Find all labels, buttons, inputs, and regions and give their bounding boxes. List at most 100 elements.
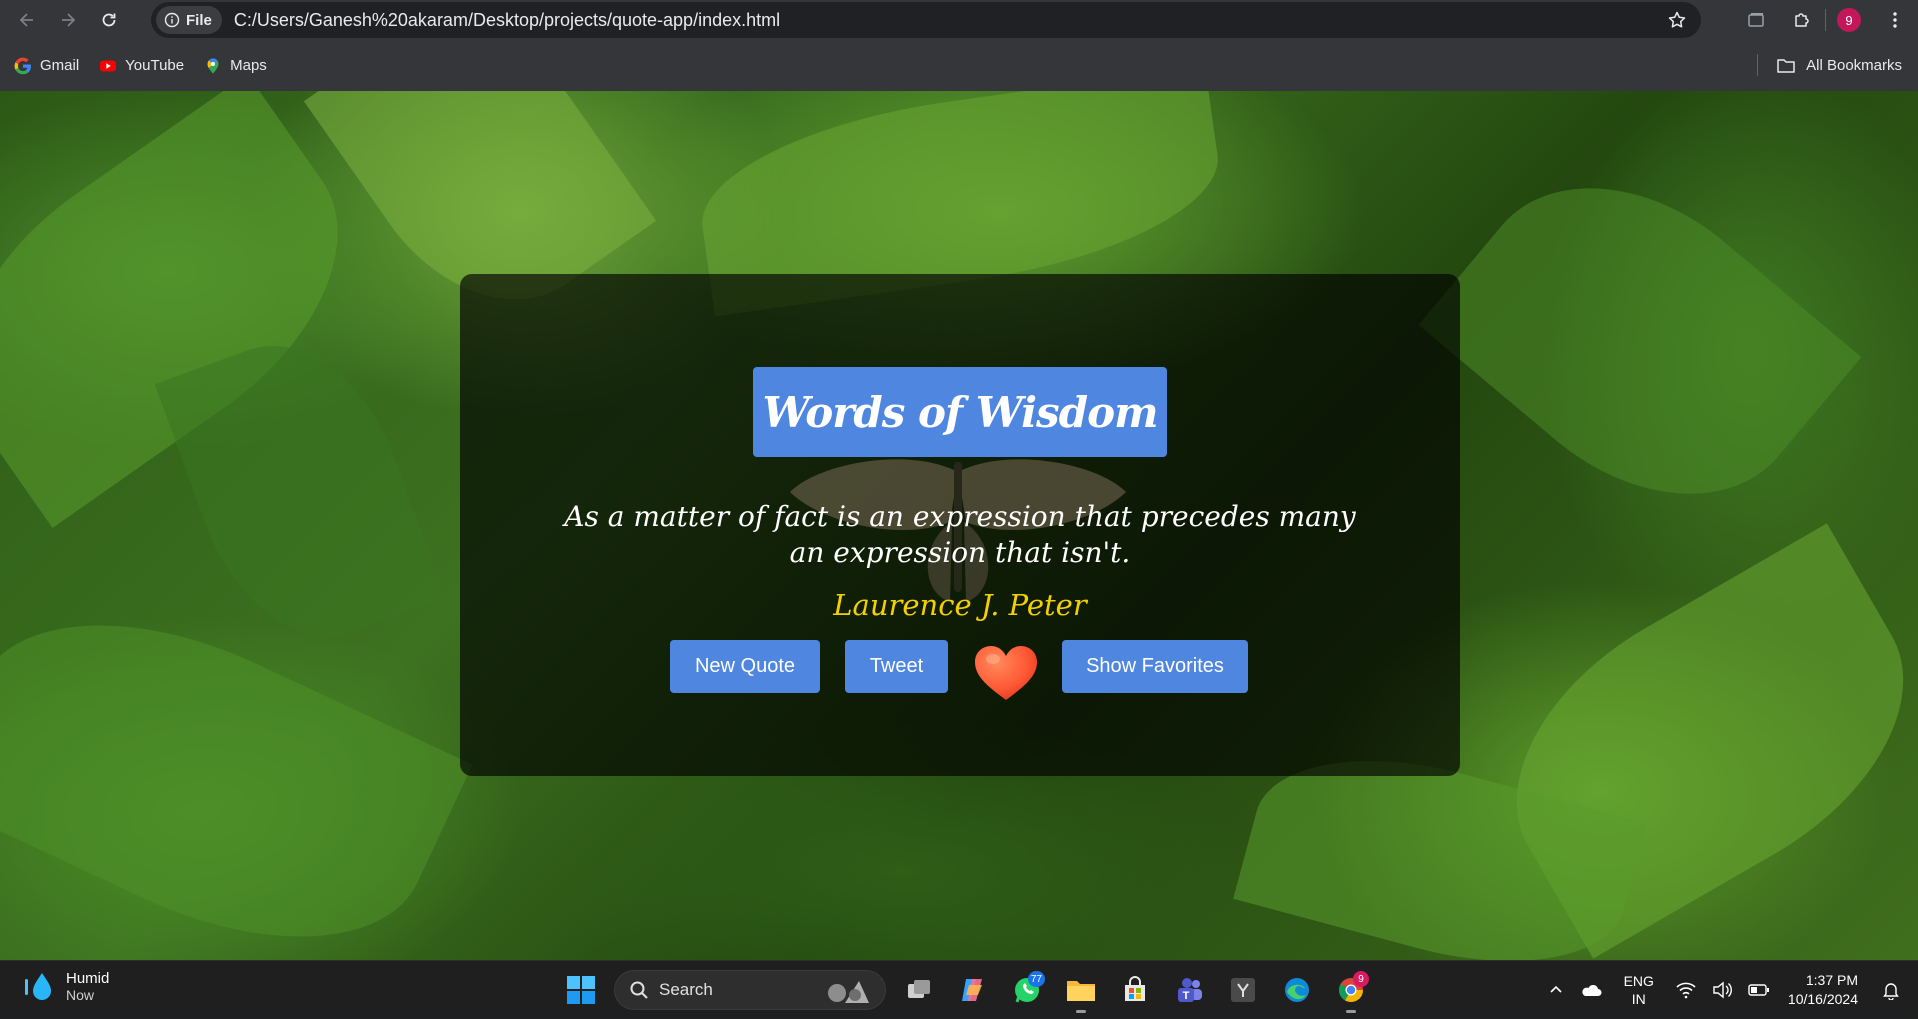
toolbar-right: 9 — [1733, 0, 1918, 40]
tab-search-button[interactable] — [1744, 8, 1768, 32]
windows-taskbar: Humid Now Search 77 T 9 ENG IN 1:37 PM 1… — [0, 960, 1918, 1018]
page-viewport: Words of Wisdom As a matter of fact is a… — [0, 91, 1918, 960]
quote-author: Laurence J. Peter — [833, 588, 1087, 622]
bookmark-label: Maps — [230, 57, 267, 74]
app-title: Words of Wisdom — [753, 367, 1167, 457]
microsoft-store-app[interactable] — [1111, 966, 1159, 1014]
svg-text:T: T — [1183, 990, 1190, 1002]
bookmark-youtube[interactable]: YouTube — [99, 57, 190, 75]
task-view-icon — [908, 980, 930, 998]
reload-icon — [102, 13, 116, 27]
youtube-icon — [100, 60, 117, 71]
action-buttons: New Quote Tweet Show Favorites — [460, 640, 1460, 700]
edge-icon — [1285, 978, 1309, 1002]
background-leaf — [154, 315, 446, 667]
store-icon — [1125, 976, 1145, 1001]
site-info-chip[interactable]: File — [156, 6, 222, 34]
task-view-button[interactable] — [895, 966, 943, 1014]
profile-avatar[interactable]: 9 — [1837, 8, 1861, 32]
background-leaf — [1418, 125, 1862, 557]
start-button[interactable] — [557, 966, 605, 1014]
region-code: IN — [1631, 991, 1646, 1007]
weather-title: Humid — [66, 969, 110, 987]
new-quote-button[interactable]: New Quote — [670, 640, 820, 693]
address-bar[interactable]: File C:/Users/Ganesh%20akaram/Desktop/pr… — [151, 2, 1701, 38]
file-explorer-app[interactable] — [1057, 966, 1105, 1014]
reload-button[interactable] — [95, 6, 123, 34]
tweet-button[interactable]: Tweet — [845, 640, 948, 693]
url-text[interactable]: C:/Users/Ganesh%20akaram/Desktop/project… — [234, 10, 780, 31]
back-button[interactable] — [13, 6, 41, 34]
notifications-button[interactable] — [1882, 980, 1900, 1000]
folder-icon — [1067, 981, 1095, 1001]
running-indicator — [1346, 1010, 1356, 1013]
running-indicator — [1076, 1010, 1086, 1013]
bookmark-maps[interactable]: Maps — [204, 57, 273, 75]
puzzle-icon — [1795, 13, 1809, 27]
speaker-icon — [1713, 981, 1732, 999]
forward-arrow-icon — [62, 13, 76, 27]
wifi-icon — [1676, 982, 1696, 999]
copilot-app[interactable] — [949, 966, 997, 1014]
browser-toolbar: File C:/Users/Ganesh%20akaram/Desktop/pr… — [0, 0, 1918, 40]
teams-app[interactable]: T — [1165, 966, 1213, 1014]
cloud-icon — [1581, 984, 1602, 996]
weather-text: Humid Now — [66, 970, 109, 1003]
water-drop-icon — [25, 973, 51, 1000]
kebab-menu-icon — [1893, 12, 1897, 28]
bookmarks-bar: Gmail YouTube Maps All Bookmarks — [0, 40, 1918, 91]
chrome-menu-button[interactable] — [1883, 8, 1907, 32]
all-bookmarks-button[interactable]: All Bookmarks — [1776, 40, 1902, 91]
extensions-button[interactable] — [1790, 8, 1814, 32]
weather-widget[interactable]: Humid Now — [22, 969, 109, 1003]
network-button[interactable] — [1676, 981, 1696, 999]
folder-icon — [1777, 58, 1795, 73]
clock[interactable]: 1:37 PM 10/16/2024 — [1788, 971, 1858, 1009]
tab-groups-icon — [1748, 13, 1764, 27]
clock-time: 1:37 PM — [1805, 972, 1858, 988]
google-icon — [14, 57, 31, 74]
language-indicator[interactable]: ENG IN — [1624, 972, 1654, 1008]
show-hidden-icons-button[interactable] — [1548, 982, 1564, 998]
y-app-icon — [1231, 978, 1255, 1002]
whatsapp-app[interactable]: 77 — [1003, 966, 1051, 1014]
chevron-up-icon — [1550, 985, 1562, 993]
bookmark-label: Gmail — [40, 57, 80, 74]
bookmarks-separator — [1757, 54, 1758, 76]
teams-icon: T — [1178, 978, 1202, 1002]
search-highlight-icon — [828, 981, 869, 1003]
back-arrow-icon — [19, 13, 33, 27]
search-placeholder: Search — [659, 980, 713, 999]
info-icon — [164, 12, 180, 28]
whatsapp-badge: 77 — [1027, 971, 1045, 987]
volume-button[interactable] — [1712, 981, 1732, 999]
show-favorites-button[interactable]: Show Favorites — [1062, 640, 1248, 693]
quote-text: As a matter of fact is an expression tha… — [564, 500, 1356, 569]
maps-icon — [207, 57, 219, 73]
bookmark-star-icon[interactable] — [1667, 10, 1687, 30]
search-icon — [630, 981, 648, 999]
bell-icon — [1883, 983, 1899, 1000]
toolbar-separator — [1825, 9, 1826, 31]
chrome-app[interactable]: 9 — [1327, 966, 1375, 1014]
bookmark-gmail[interactable]: Gmail — [14, 57, 85, 75]
chrome-badge: 9 — [1353, 971, 1369, 987]
all-bookmarks-label: All Bookmarks — [1806, 57, 1902, 74]
yahoo-app[interactable] — [1219, 966, 1267, 1014]
windows-logo-icon — [567, 976, 595, 1004]
weather-subtitle: Now — [66, 986, 95, 1003]
site-info-label: File — [186, 11, 212, 29]
taskbar-search[interactable]: Search — [614, 970, 886, 1010]
battery-button[interactable] — [1748, 982, 1770, 998]
taskbar-apps: Search 77 T 9 — [554, 961, 1378, 1019]
system-tray: ENG IN 1:37 PM 10/16/2024 — [1540, 961, 1918, 1019]
heart-icon[interactable] — [973, 644, 1039, 702]
copilot-icon — [962, 979, 982, 1001]
clock-date: 10/16/2024 — [1787, 991, 1858, 1007]
quote-card: Words of Wisdom As a matter of fact is a… — [460, 274, 1460, 776]
edge-app[interactable] — [1273, 966, 1321, 1014]
forward-button[interactable] — [54, 6, 82, 34]
language-code: ENG — [1623, 973, 1654, 989]
onedrive-button[interactable] — [1580, 982, 1602, 998]
background-leaf — [0, 561, 473, 960]
